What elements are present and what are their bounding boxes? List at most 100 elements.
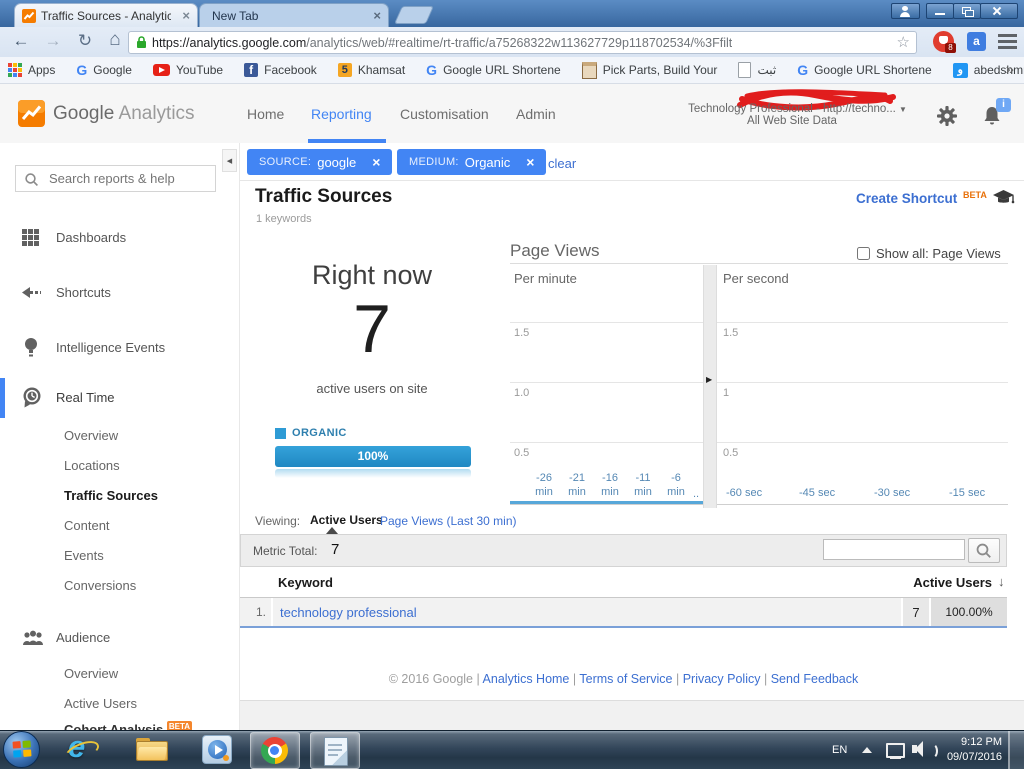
- sidebar-item-aud-overview[interactable]: Overview: [64, 666, 118, 681]
- show-desktop-button[interactable]: [1008, 731, 1024, 769]
- chart-panel-divider[interactable]: ▶: [703, 265, 717, 508]
- create-shortcut-link[interactable]: Create Shortcut: [856, 191, 957, 206]
- gridline: [510, 382, 703, 383]
- keyword-link[interactable]: technology professional: [280, 605, 417, 620]
- graduation-cap-icon[interactable]: [992, 189, 1015, 207]
- address-bar[interactable]: https://analytics.google.com/analytics/w…: [128, 31, 917, 54]
- bookmark-star-icon[interactable]: ☆: [897, 35, 910, 50]
- start-button[interactable]: [3, 731, 40, 768]
- sidebar-item-rt-events[interactable]: Events: [64, 548, 104, 563]
- chrome-taskbar-button[interactable]: [250, 732, 300, 769]
- filter-chip-source[interactable]: SOURCE: google ×: [247, 149, 392, 175]
- footer-link-analytics-home[interactable]: Analytics Home: [483, 672, 570, 686]
- bookmark-url-shortener-1[interactable]: G Google URL Shortene: [426, 62, 561, 78]
- chip-close-icon[interactable]: ×: [526, 154, 534, 170]
- bookmark-pcpartpicker[interactable]: Pick Parts, Build Your: [582, 62, 718, 79]
- footer-link-feedback[interactable]: Send Feedback: [771, 672, 859, 686]
- close-button[interactable]: [980, 3, 1018, 19]
- language-indicator[interactable]: EN: [832, 744, 847, 756]
- organic-percent-bar[interactable]: 100%: [275, 446, 471, 467]
- restore-button[interactable]: [953, 3, 981, 19]
- ga-brand: Google Analytics: [53, 103, 195, 125]
- reload-button[interactable]: ↻: [72, 28, 98, 54]
- tray-expand-icon[interactable]: [862, 747, 872, 753]
- profile-button[interactable]: [891, 3, 920, 19]
- clear-filters-link[interactable]: clear: [548, 156, 576, 171]
- bookmark-facebook[interactable]: f Facebook: [244, 63, 317, 77]
- tab-analytics[interactable]: Traffic Sources - Analytics ×: [14, 3, 198, 28]
- person-icon-body: [900, 12, 910, 17]
- sidebar-search[interactable]: [15, 165, 216, 192]
- bookmark-url-shortener-2[interactable]: G Google URL Shortene: [797, 62, 932, 78]
- chrome-menu-button[interactable]: [998, 34, 1017, 49]
- sidebar-item-rt-traffic-sources[interactable]: Traffic Sources: [64, 488, 158, 503]
- clock[interactable]: 9:12 PM 09/07/2016: [938, 735, 1002, 765]
- table-search-button[interactable]: [968, 538, 1000, 563]
- bookmark-apps[interactable]: Apps: [8, 63, 55, 77]
- minimize-button[interactable]: [926, 3, 954, 19]
- sidebar-collapse-button[interactable]: ◀: [222, 149, 237, 172]
- xtick: -6min: [661, 471, 691, 499]
- panel-expand-arrow-icon: ▶: [706, 375, 712, 384]
- clock-time: 9:12 PM: [961, 736, 1002, 748]
- nav-admin[interactable]: Admin: [516, 106, 556, 122]
- tab-close-icon[interactable]: ×: [373, 11, 381, 21]
- nav-home[interactable]: Home: [247, 106, 284, 122]
- chip-close-icon[interactable]: ×: [372, 154, 380, 170]
- tab-newtab[interactable]: New Tab ×: [199, 3, 389, 28]
- show-all-label: Show all: Page Views: [876, 246, 1001, 261]
- forward-button[interactable]: →: [40, 28, 66, 54]
- new-tab-button[interactable]: [394, 6, 434, 24]
- search-input[interactable]: [47, 170, 201, 187]
- bookmark-google[interactable]: G Google: [76, 62, 132, 78]
- home-button[interactable]: ⌂: [102, 27, 128, 53]
- bookmarks-overflow-chevron[interactable]: »: [1006, 61, 1014, 78]
- sidebar-item-shortcuts[interactable]: Shortcuts: [0, 278, 239, 308]
- file-explorer-icon[interactable]: [136, 738, 168, 761]
- beta-label: BETA: [963, 190, 987, 200]
- a-extension-button[interactable]: a: [967, 32, 986, 51]
- adblock-extension-button[interactable]: 8: [933, 31, 954, 52]
- sidebar-item-dashboards[interactable]: Dashboards: [0, 223, 239, 253]
- show-all-checkbox[interactable]: [857, 247, 870, 260]
- sidebar-item-audience[interactable]: Audience: [0, 623, 239, 653]
- sidebar-item-rt-content[interactable]: Content: [64, 518, 110, 533]
- bookmark-youtube[interactable]: YouTube: [153, 63, 223, 77]
- table-search-input[interactable]: [823, 539, 965, 560]
- network-icon[interactable]: [886, 743, 905, 758]
- viewing-tab-pageviews[interactable]: Page Views (Last 30 min): [380, 514, 517, 528]
- sidebar-item-rt-overview[interactable]: Overview: [64, 428, 118, 443]
- khamsat-icon: 5: [338, 63, 352, 77]
- account-selector[interactable]: Technology Professional - http://techno.…: [686, 103, 898, 127]
- nav-customisation[interactable]: Customisation: [400, 106, 489, 122]
- sidebar-item-intelligence-events[interactable]: Intelligence Events: [0, 333, 239, 363]
- organic-legend-swatch: [275, 428, 286, 439]
- hamburger-icon-2: [998, 40, 1017, 43]
- viewing-label: Viewing:: [255, 514, 300, 528]
- view-name: All Web Site Data: [747, 115, 837, 127]
- sidebar-item-aud-active-users[interactable]: Active Users: [64, 696, 137, 711]
- nav-reporting[interactable]: Reporting: [311, 106, 372, 122]
- sidebar-item-rt-conversions[interactable]: Conversions: [64, 578, 136, 593]
- settings-gear-icon[interactable]: [936, 105, 958, 127]
- footer-link-privacy[interactable]: Privacy Policy: [683, 672, 761, 686]
- sidebar-item-rt-locations[interactable]: Locations: [64, 458, 120, 473]
- col-keyword[interactable]: Keyword: [278, 575, 333, 590]
- copyright: © 2016 Google: [389, 672, 473, 686]
- bookmark-khamsat[interactable]: 5 Khamsat: [338, 63, 405, 77]
- show-all-pageviews[interactable]: Show all: Page Views: [857, 246, 1001, 261]
- xtick: -30 sec: [874, 486, 910, 500]
- footer-link-terms[interactable]: Terms of Service: [579, 672, 672, 686]
- chip-label: MEDIUM:: [409, 156, 459, 168]
- media-player-icon[interactable]: [202, 735, 232, 764]
- col-active-users[interactable]: Active Users: [820, 575, 992, 590]
- back-button[interactable]: ←: [8, 28, 34, 54]
- sidebar-item-real-time[interactable]: Real Time: [0, 378, 239, 418]
- brand-analytics: Analytics: [119, 103, 195, 124]
- sort-desc-icon[interactable]: ↓: [998, 574, 1005, 589]
- notepad-taskbar-button[interactable]: [310, 732, 360, 769]
- viewing-tab-active-users[interactable]: Active Users: [310, 513, 383, 527]
- tab-close-icon[interactable]: ×: [182, 11, 190, 21]
- bookmark-arabic-page[interactable]: ثبت: [738, 62, 776, 78]
- filter-chip-medium[interactable]: MEDIUM: Organic ×: [397, 149, 546, 175]
